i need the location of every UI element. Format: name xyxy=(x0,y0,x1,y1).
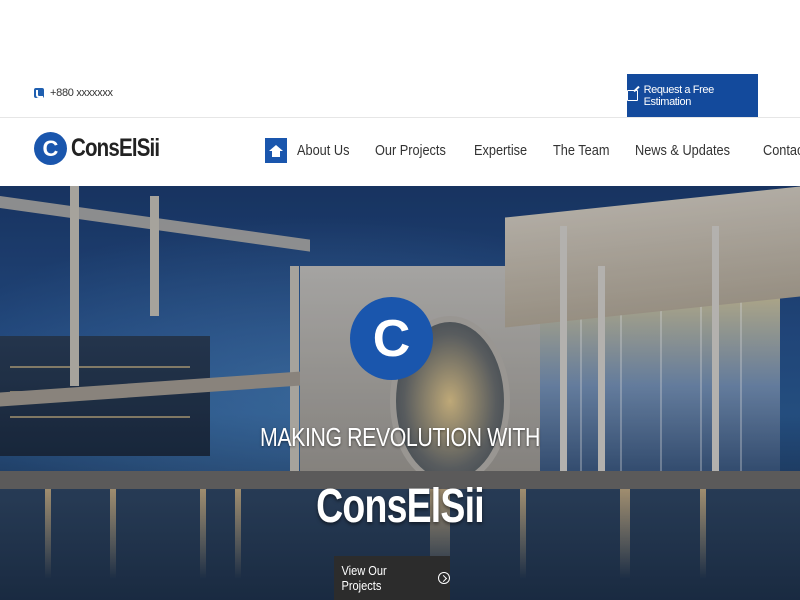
nav-item-expertise[interactable]: Expertise xyxy=(474,142,527,159)
nav-item-contact[interactable]: Contact xyxy=(763,142,800,159)
view-projects-button[interactable]: View Our Projects xyxy=(334,556,450,600)
main-nav: About Us Our Projects Expertise The Team… xyxy=(265,138,800,163)
hero-tagline: MAKING REVOLUTION WITH xyxy=(259,422,541,452)
phone-contact[interactable]: +880 xxxxxxx xyxy=(34,87,113,99)
phone-number: +880 xxxxxxx xyxy=(50,87,113,99)
edit-icon xyxy=(627,90,638,101)
hero-logo-mark: C xyxy=(350,297,433,380)
request-estimation-button[interactable]: Request a Free Estimation xyxy=(627,74,758,117)
nav-item-news-updates[interactable]: News & Updates xyxy=(635,142,730,159)
view-projects-label: View Our Projects xyxy=(341,563,387,593)
nav-item-the-team[interactable]: The Team xyxy=(553,142,609,159)
site-header: C ConsElSii About Us Our Projects Expert… xyxy=(0,118,800,186)
logo-text: ConsElSii xyxy=(71,134,160,162)
arrow-circle-right-icon xyxy=(438,572,450,584)
top-bar: +880 xxxxxxx Request a Free Estimation xyxy=(0,0,800,117)
hero-title: ConsElSii xyxy=(316,480,485,533)
nav-item-about-us[interactable]: About Us xyxy=(297,142,349,159)
request-estimation-label: Request a Free Estimation xyxy=(643,83,715,108)
site-logo[interactable]: C ConsElSii xyxy=(34,132,179,165)
logo-mark: C xyxy=(34,132,67,165)
phone-icon xyxy=(34,88,44,98)
home-icon xyxy=(269,144,283,157)
nav-item-our-projects[interactable]: Our Projects xyxy=(375,142,446,159)
hero-banner: C MAKING REVOLUTION WITH ConsElSii View … xyxy=(0,186,800,600)
home-button[interactable] xyxy=(265,138,287,163)
